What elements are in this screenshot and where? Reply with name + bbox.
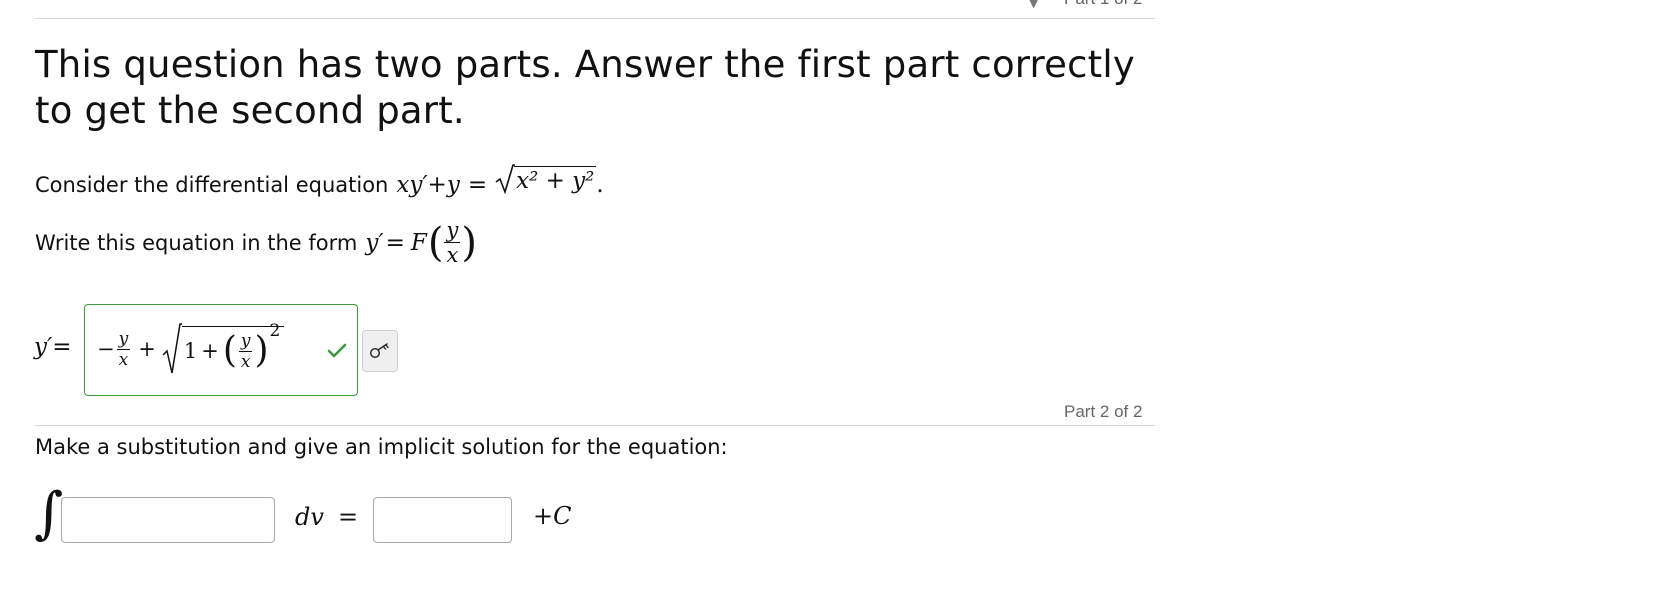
key-icon <box>369 343 389 359</box>
part-2-divider <box>35 425 1155 426</box>
answer-label: y′= <box>34 334 72 360</box>
paren-open: ( <box>427 219 444 266</box>
sqrt-expression: x² + y² <box>495 164 597 194</box>
consider-statement: Consider the differential equation xy′+y… <box>35 162 604 198</box>
paren-close: ) <box>461 219 477 266</box>
answer-fraction-2: y x <box>238 330 253 372</box>
part-2-label: Part 2 of 2 <box>1064 402 1143 421</box>
answer-plus-2: + <box>201 339 219 363</box>
question-heading: This question has two parts. Answer the … <box>35 43 1135 132</box>
sqrt-sign-icon <box>495 164 516 194</box>
answer-radicand: 1 + ( y x ) 2 <box>181 321 285 375</box>
answer-neg: − <box>97 337 115 361</box>
consider-text: Consider the differential equation <box>35 173 389 197</box>
write-frac-num: y <box>444 218 461 243</box>
answer-input-box[interactable]: − y x + 1 + ( y x ) 2 <box>84 304 358 396</box>
integrand-input[interactable] <box>61 497 275 543</box>
answer-expression: − y x + 1 + ( y x ) 2 <box>97 321 285 375</box>
consider-eq: = <box>467 172 488 198</box>
answer-one: 1 <box>183 339 198 363</box>
write-frac-den: x <box>446 243 459 267</box>
integral-sign: ∫ <box>34 481 64 546</box>
answer-frac1-num: y <box>116 328 131 350</box>
part-2-instruction: Make a substitution and give an implicit… <box>35 435 728 459</box>
solution-input[interactable] <box>373 497 512 543</box>
dv-label: dv <box>295 503 324 531</box>
consider-end: . <box>596 172 604 198</box>
equals-sign: = <box>338 503 359 531</box>
key-button[interactable] <box>362 330 398 372</box>
answer-sqrt: 1 + ( y x ) 2 <box>162 321 285 375</box>
sqrt-sign-icon <box>162 323 182 374</box>
answer-frac2-num: y <box>238 330 253 352</box>
consider-radicand: x² + y² <box>514 166 597 194</box>
write-statement: Write this equation in the form y′ = F (… <box>35 218 478 267</box>
answer-frac1-den: x <box>118 349 129 370</box>
part-1-divider <box>35 18 1155 19</box>
answer-paren-close: ) <box>254 330 269 371</box>
write-func: F <box>410 229 427 256</box>
write-eq: = <box>385 229 405 256</box>
part-1-label: Part 1 of 2 <box>1064 0 1142 9</box>
answer-frac2-den: x <box>240 351 251 372</box>
consider-lhs: xy′+y <box>396 172 460 198</box>
write-text: Write this equation in the form <box>35 230 358 255</box>
answer-fraction-1: y x <box>116 328 131 370</box>
caret-down-icon[interactable]: ▼ <box>1029 0 1038 10</box>
write-lhs: y′ <box>365 229 384 256</box>
constant-label: +C <box>533 502 572 530</box>
answer-paren-open: ( <box>222 330 237 371</box>
checkmark-icon <box>327 343 347 358</box>
answer-exponent: 2 <box>269 321 281 341</box>
answer-plus: + <box>138 337 156 361</box>
write-fraction: y x <box>444 218 461 267</box>
